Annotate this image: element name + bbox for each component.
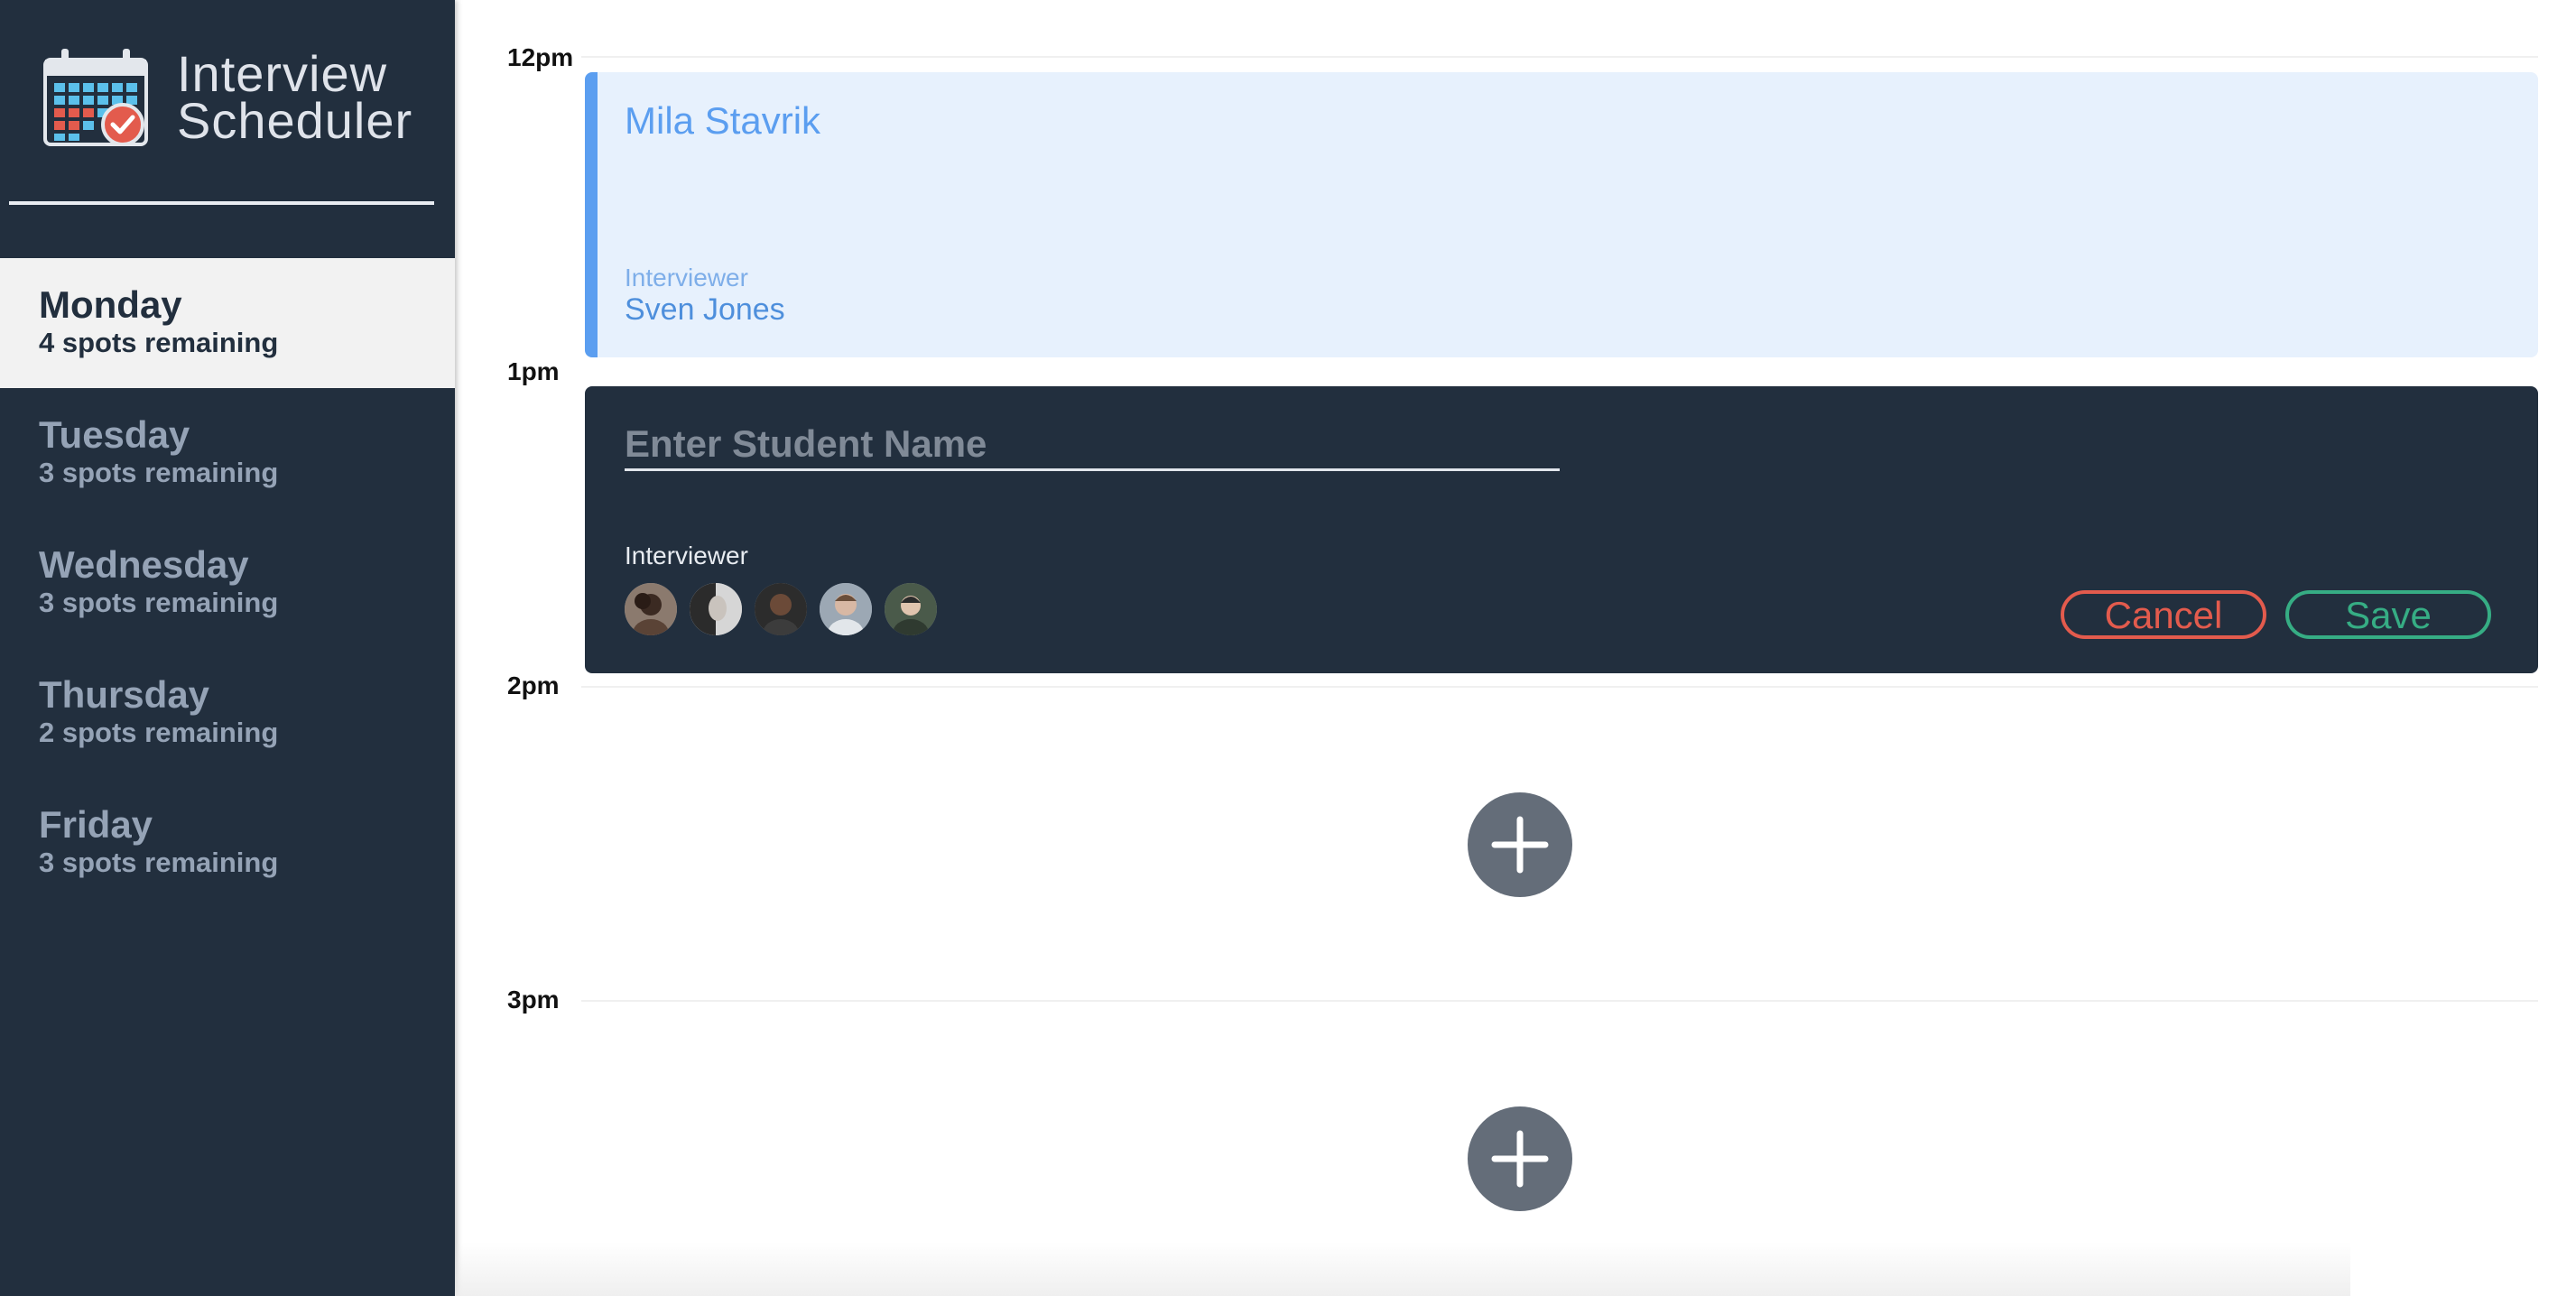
sidebar: Interview Scheduler Monday 4 spots remai…: [0, 0, 455, 1296]
hour-divider: [581, 56, 2538, 58]
day-item-monday[interactable]: Monday 4 spots remaining: [0, 258, 455, 388]
day-spots: 2 spots remaining: [39, 717, 279, 748]
app-title-line2: Scheduler: [177, 92, 413, 149]
interviewer-avatar[interactable]: [625, 583, 677, 635]
sidebar-divider: [9, 201, 434, 205]
day-spots: 4 spots remaining: [39, 327, 279, 358]
day-name: Wednesday: [39, 543, 249, 586]
hour-divider: [581, 686, 2538, 688]
day-list: Monday 4 spots remaining Tuesday 3 spots…: [0, 258, 455, 908]
time-label-2pm: 2pm: [507, 671, 560, 699]
time-label-1pm: 1pm: [507, 357, 560, 385]
time-label-3pm: 3pm: [507, 986, 560, 1014]
hour-divider: [581, 1000, 2538, 1002]
day-name: Tuesday: [39, 413, 190, 456]
interviewer-avatar[interactable]: [755, 583, 807, 635]
plus-icon: [1491, 1130, 1549, 1188]
day-item-tuesday[interactable]: Tuesday 3 spots remaining: [0, 388, 455, 518]
interviewer-list: [625, 583, 950, 635]
cancel-button[interactable]: Cancel: [2061, 590, 2266, 639]
interviewer-avatar[interactable]: [690, 583, 742, 635]
day-item-wednesday[interactable]: Wednesday 3 spots remaining: [0, 518, 455, 648]
add-appointment-button[interactable]: [1468, 1106, 1572, 1211]
bottom-shadow: [455, 1242, 2350, 1296]
day-item-friday[interactable]: Friday 3 spots remaining: [0, 778, 455, 908]
day-spots: 3 spots remaining: [39, 847, 279, 878]
day-name: Friday: [39, 803, 153, 846]
app-title: Interview Scheduler: [177, 45, 413, 149]
interviewer-label: Interviewer: [625, 264, 748, 292]
booked-appointment[interactable]: Mila Stavrik Interviewer Sven Jones: [585, 72, 2538, 357]
day-name: Monday: [39, 283, 182, 326]
day-spots: 3 spots remaining: [39, 457, 279, 488]
student-name-input[interactable]: [625, 419, 1560, 471]
interviewer-name: Sven Jones: [625, 292, 785, 327]
day-name: Thursday: [39, 673, 210, 716]
schedule: 12pm Mila Stavrik Interviewer Sven Jones…: [455, 0, 2576, 1296]
appointment-form: Interviewer Cancel Save: [585, 386, 2538, 673]
brand: Interview Scheduler: [42, 47, 412, 148]
calendar-check-icon: [43, 49, 148, 146]
plus-icon: [1491, 816, 1549, 874]
interviewer-avatar[interactable]: [885, 583, 937, 635]
interviewer-label: Interviewer: [625, 542, 748, 569]
day-spots: 3 spots remaining: [39, 587, 279, 618]
add-appointment-button[interactable]: [1468, 792, 1572, 897]
student-name: Mila Stavrik: [625, 99, 821, 142]
day-item-thursday[interactable]: Thursday 2 spots remaining: [0, 648, 455, 778]
time-label-12pm: 12pm: [507, 43, 574, 71]
app-title-line1: Interview: [177, 45, 388, 102]
save-button[interactable]: Save: [2285, 590, 2491, 639]
interviewer-avatar[interactable]: [820, 583, 872, 635]
